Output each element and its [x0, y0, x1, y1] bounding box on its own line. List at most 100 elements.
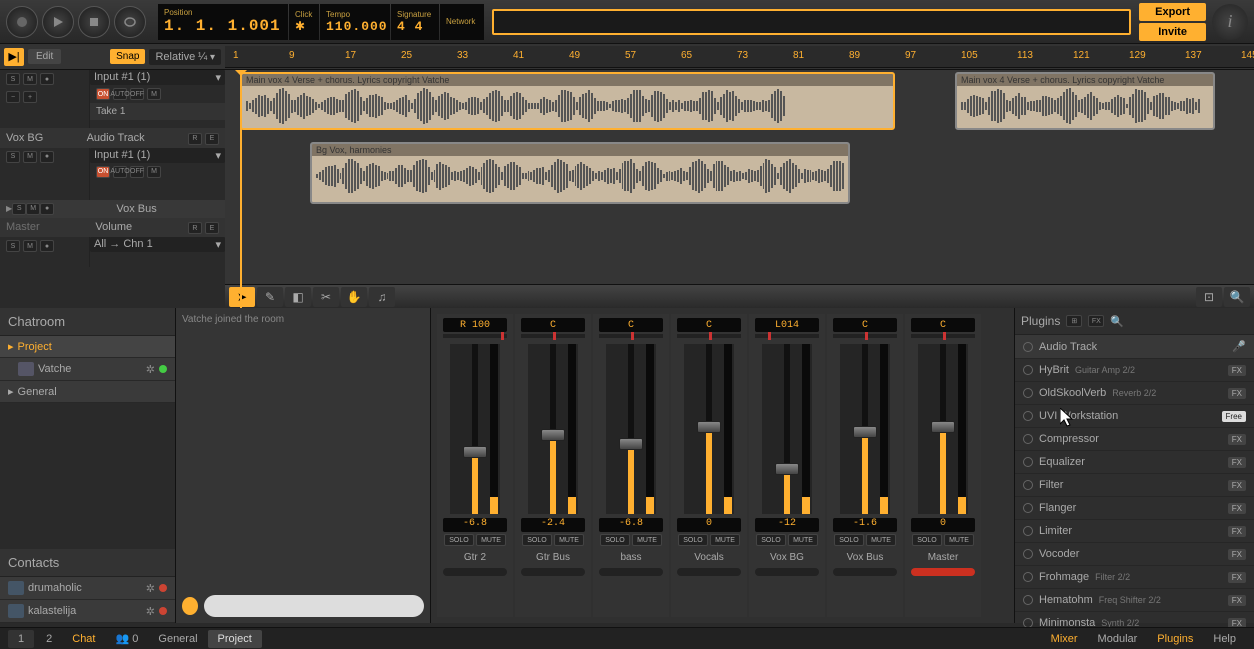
invite-button[interactable]: Invite — [1139, 23, 1206, 41]
pan-display[interactable]: R 100 — [443, 318, 507, 332]
chat-input[interactable] — [204, 595, 424, 617]
pan-display[interactable]: L014 — [755, 318, 819, 332]
channel-bar[interactable] — [833, 568, 897, 576]
solo-button[interactable]: SOLO — [522, 534, 552, 546]
solo-button[interactable]: SOLO — [678, 534, 708, 546]
channel-bar[interactable] — [677, 568, 741, 576]
power-icon[interactable] — [1023, 411, 1033, 421]
chatroom-general[interactable]: ▸General — [0, 381, 175, 403]
channel-bar[interactable] — [599, 568, 663, 576]
status-plugins[interactable]: Plugins — [1147, 630, 1203, 648]
status-tab-2[interactable]: 2 — [36, 630, 62, 648]
pan-display[interactable]: C — [521, 318, 585, 332]
snap-toggle[interactable]: Snap — [110, 49, 145, 64]
mute-button[interactable]: MUTE — [944, 534, 974, 546]
status-modular[interactable]: Modular — [1088, 630, 1148, 648]
input-select[interactable]: Input #1 (1)▾ — [90, 70, 225, 85]
minus-btn[interactable]: − — [6, 91, 20, 103]
position-value[interactable]: 1. 1. 1.001 — [164, 17, 282, 35]
plugin-item[interactable]: HematohmFreq Shifter 2/2FX — [1015, 589, 1254, 612]
mute-btn[interactable]: M — [23, 73, 37, 85]
solo-button[interactable]: SOLO — [912, 534, 942, 546]
audio-clip[interactable]: Bg Vox, harmonies — [310, 142, 850, 204]
status-users[interactable]: 👥 0 — [106, 629, 149, 648]
mute-button[interactable]: MUTE — [476, 534, 506, 546]
route-select[interactable]: All → Chn 1▾ — [90, 237, 225, 252]
power-icon[interactable] — [1023, 572, 1033, 582]
fader[interactable] — [606, 344, 656, 514]
plugin-item[interactable]: LimiterFX — [1015, 520, 1254, 543]
power-icon[interactable] — [1023, 503, 1033, 513]
channel-bar[interactable] — [443, 568, 507, 576]
status-mixer[interactable]: Mixer — [1041, 630, 1088, 648]
stop-button[interactable] — [78, 6, 110, 38]
channel-bar[interactable] — [521, 568, 585, 576]
edit-button[interactable]: Edit — [28, 49, 61, 64]
rec-toggle[interactable]: R — [188, 133, 202, 145]
timeline-overview[interactable] — [492, 9, 1131, 35]
audio-clip[interactable]: Main vox 4 Verse + chorus. Lyrics copyri… — [240, 72, 895, 130]
fader[interactable] — [918, 344, 968, 514]
pan-display[interactable]: C — [599, 318, 663, 332]
plus-btn[interactable]: + — [23, 91, 37, 103]
fader[interactable] — [450, 344, 500, 514]
plugin-item[interactable]: VocoderFX — [1015, 543, 1254, 566]
eraser-tool[interactable]: ◧ — [285, 287, 311, 307]
plugin-item[interactable]: FilterFX — [1015, 474, 1254, 497]
plugins-view-icon[interactable]: ⊞ — [1066, 315, 1082, 327]
fader[interactable] — [528, 344, 578, 514]
mono-btn[interactable]: M — [147, 88, 161, 100]
follow-toggle[interactable]: ▶| — [4, 48, 24, 66]
track-header[interactable]: Master Volume R E — [0, 218, 225, 238]
mute-button[interactable]: MUTE — [866, 534, 896, 546]
solo-button[interactable]: SOLO — [600, 534, 630, 546]
pan-display[interactable]: C — [677, 318, 741, 332]
playhead[interactable] — [240, 70, 242, 308]
zoom-tool[interactable]: 🔍 — [1224, 287, 1250, 307]
contact-item[interactable]: drumaholic✲ — [0, 577, 175, 600]
power-icon[interactable] — [1023, 526, 1033, 536]
channel-bar[interactable] — [911, 568, 975, 576]
status-general[interactable]: General — [148, 630, 207, 648]
power-icon[interactable] — [1023, 480, 1033, 490]
plugin-item[interactable]: EqualizerFX — [1015, 451, 1254, 474]
status-project[interactable]: Project — [208, 630, 262, 648]
audio-clip[interactable]: Main vox 4 Verse + chorus. Lyrics copyri… — [955, 72, 1215, 130]
zoom-fit[interactable]: ⊡ — [1196, 287, 1222, 307]
plugins-fx-icon[interactable]: FX — [1088, 315, 1104, 327]
chatroom-project[interactable]: ▸Project — [0, 336, 175, 358]
track-header[interactable]: Vox BG Audio Track R E — [0, 128, 225, 148]
fader[interactable] — [762, 344, 812, 514]
on-btn[interactable]: ON — [96, 88, 110, 100]
solo-btn[interactable]: S — [6, 73, 20, 85]
rec-btn[interactable]: ● — [40, 73, 54, 85]
tempo-value[interactable]: 110.000 — [326, 19, 384, 34]
power-icon[interactable] — [1023, 365, 1033, 375]
chatroom-user[interactable]: Vatche ✲ — [0, 358, 175, 381]
loop-button[interactable] — [114, 6, 146, 38]
status-help[interactable]: Help — [1203, 630, 1246, 648]
fader[interactable] — [840, 344, 890, 514]
emoji-icon[interactable] — [182, 597, 198, 615]
cut-tool[interactable]: ✂ — [313, 287, 339, 307]
solo-button[interactable]: SOLO — [444, 534, 474, 546]
plugin-item[interactable]: UVI WorkstationFree — [1015, 405, 1254, 428]
play-button[interactable] — [42, 6, 74, 38]
power-icon[interactable] — [1023, 457, 1033, 467]
timeline[interactable]: Main vox 4 Verse + chorus. Lyrics copyri… — [225, 70, 1254, 308]
ruler[interactable]: 1917253341495765738189971051131211291371… — [225, 46, 1254, 68]
mute-button[interactable]: MUTE — [632, 534, 662, 546]
power-icon[interactable] — [1023, 388, 1033, 398]
solo-button[interactable]: SOLO — [756, 534, 786, 546]
mute-button[interactable]: MUTE — [710, 534, 740, 546]
solo-button[interactable]: SOLO — [834, 534, 864, 546]
hand-tool[interactable]: ✋ — [341, 287, 367, 307]
snap-relative[interactable]: Relative ¼ ▾ — [149, 49, 221, 65]
info-button[interactable]: i — [1212, 4, 1248, 40]
mute-button[interactable]: MUTE — [554, 534, 584, 546]
channel-bar[interactable] — [755, 568, 819, 576]
plugin-item[interactable]: CompressorFX — [1015, 428, 1254, 451]
power-icon[interactable] — [1023, 434, 1033, 444]
plugin-track-header[interactable]: Audio Track 🎤 — [1015, 335, 1254, 359]
contact-item[interactable]: kalastelija✲ — [0, 600, 175, 623]
